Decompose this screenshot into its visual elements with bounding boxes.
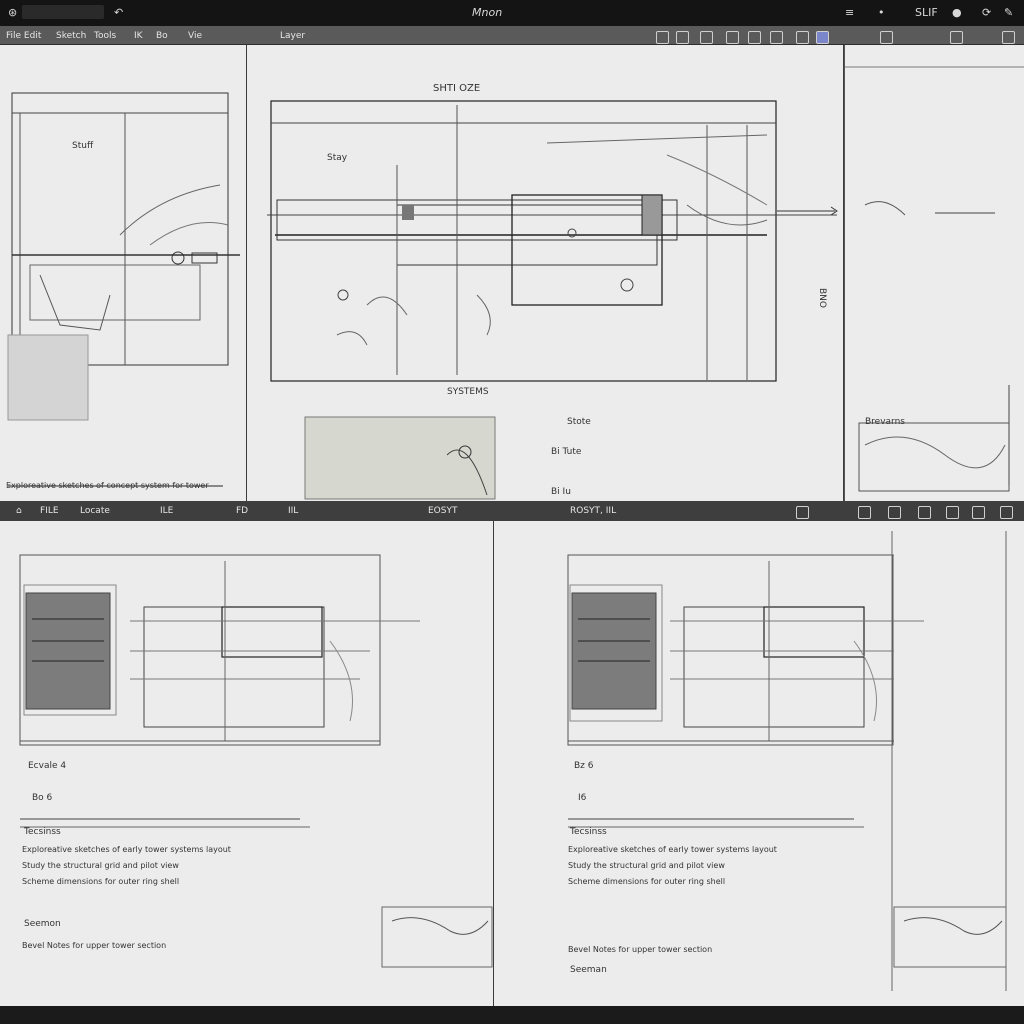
br-body-2: Study the structural grid and pilot view	[568, 861, 725, 870]
top-left-pane[interactable]: Stuff Exploreative sketches of concept s…	[0, 45, 247, 501]
bl-body-4: Bevel Notes for upper tower section	[22, 941, 167, 950]
bl-body-1: Exploreative sketches of early tower sys…	[22, 845, 231, 854]
mid-menu-locate[interactable]: Locate	[80, 506, 110, 516]
br-note-4: Seeman	[570, 965, 607, 975]
menu-view[interactable]: Vie	[188, 31, 202, 41]
shape-icon[interactable]	[748, 31, 761, 44]
settings-small-icon[interactable]	[918, 506, 931, 519]
user-icon[interactable]: ●	[952, 6, 962, 19]
share-icon[interactable]: ⟳	[982, 6, 991, 19]
mid-menu-ile[interactable]: ILE	[160, 506, 173, 516]
home-icon[interactable]: ⌂	[16, 506, 22, 516]
br-body-1: Exploreative sketches of early tower sys…	[568, 845, 777, 854]
mid-menu-eosyt[interactable]: EOSYT	[428, 506, 457, 516]
layer-icon[interactable]	[796, 506, 809, 519]
note-2: Bi Tute	[551, 447, 582, 457]
text-icon[interactable]	[726, 31, 739, 44]
eraser-icon[interactable]	[700, 31, 713, 44]
menu-ik[interactable]: IK	[134, 31, 143, 41]
caption-text: Exploreative sketches of concept system …	[6, 481, 209, 490]
menu-file[interactable]: File Edit	[6, 31, 41, 41]
note-stuff: Stuff	[72, 141, 94, 151]
pen-icon[interactable]	[676, 31, 689, 44]
grid-icon[interactable]	[880, 31, 893, 44]
menu-layer[interactable]: Layer	[280, 31, 305, 41]
undo-icon[interactable]: ↶	[114, 6, 123, 19]
mid-menu-file[interactable]: FILE	[40, 506, 59, 516]
app-logo-icon[interactable]: ⊛	[8, 6, 17, 19]
br-body-3: Scheme dimensions for outer ring shell	[568, 877, 726, 886]
bl-body-2: Study the structural grid and pilot view	[22, 861, 179, 870]
app-title: Mnon	[472, 6, 503, 19]
export-icon[interactable]	[946, 506, 959, 519]
br-note-2: I6	[578, 793, 587, 803]
menu-bo[interactable]: Bo	[156, 31, 168, 41]
top-right-pane[interactable]: Brevarns	[844, 45, 1024, 501]
tool-icon[interactable]: ✎	[1004, 6, 1013, 19]
search-input[interactable]	[22, 5, 104, 19]
right-sketch	[845, 66, 1024, 492]
note-3: Bi Iu	[551, 487, 571, 497]
bl-note-2: Bo 6	[32, 793, 53, 803]
mid-menu-iil[interactable]: IIL	[288, 506, 298, 516]
expand-icon[interactable]	[1000, 506, 1013, 519]
main-sketch	[267, 100, 838, 500]
view-icon[interactable]	[972, 506, 985, 519]
br-note-1: Bz 6	[574, 761, 594, 771]
menu-icon[interactable]: ≡	[845, 6, 854, 19]
bl-note-1: Ecvale 4	[28, 761, 67, 771]
bottom-left-sketch	[19, 554, 493, 968]
close-panel-icon[interactable]	[950, 31, 963, 44]
bl-body-3: Scheme dimensions for outer ring shell	[22, 877, 180, 886]
note-stay: Stay	[327, 153, 348, 163]
window-label: SLIF	[915, 6, 938, 19]
note-1: Stote	[567, 417, 591, 427]
title-bar: ⊛ ↶ Mnon ≡ • SLIF ● ⟳ ✎	[0, 0, 1024, 26]
menu-sketch[interactable]: Sketch	[56, 31, 86, 41]
bottom-right-pane[interactable]: Bz 6 I6 Tecsinss Seeman Exploreative ske…	[494, 521, 1024, 1006]
top-left-sketch	[7, 92, 240, 421]
paste-icon[interactable]	[888, 506, 901, 519]
side-label: BNO	[817, 288, 827, 308]
more-icon[interactable]	[1002, 31, 1015, 44]
br-body-4: Bevel Notes for upper tower section	[568, 945, 713, 954]
menu-tools[interactable]: Tools	[94, 31, 116, 41]
top-main-pane[interactable]: SHTI OZE SYSTEMS Stay BNO Stote Bi Tute …	[247, 45, 844, 501]
br-note-3: Tecsinss	[570, 827, 607, 837]
zoom-icon[interactable]	[796, 31, 809, 44]
mid-toolbar: ⌂ FILE Locate ILE FD IIL EOSYT ROSYT, II…	[0, 501, 1024, 522]
settings-icon[interactable]: •	[878, 6, 885, 19]
rotate-icon[interactable]	[770, 31, 783, 44]
copy-icon[interactable]	[858, 506, 871, 519]
note-4: Brevarns	[865, 417, 905, 427]
pencil-icon[interactable]	[656, 31, 669, 44]
main-subtitle: SYSTEMS	[447, 387, 489, 397]
hand-icon[interactable]	[816, 31, 829, 44]
bottom-left-pane[interactable]: Ecvale 4 Bo 6 Tecsinss Seemon Exploreati…	[0, 521, 494, 1006]
main-title: SHTI OZE	[433, 83, 481, 94]
bl-note-3: Tecsinss	[24, 827, 61, 837]
mid-menu-fd[interactable]: FD	[236, 506, 248, 516]
top-toolbar: File Edit Sketch Tools IK Bo Vie Layer	[0, 26, 1024, 45]
bl-note-4: Seemon	[24, 919, 61, 929]
mid-right-label: ROSYT, IIL	[570, 506, 617, 516]
